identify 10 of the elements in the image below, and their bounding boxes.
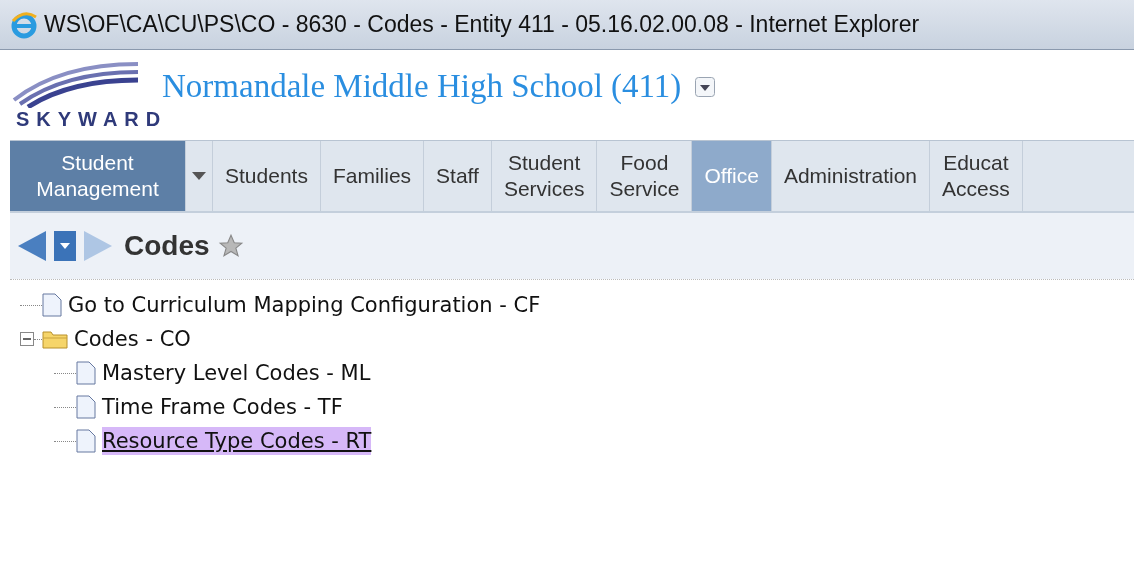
page-title: Codes [124, 229, 210, 263]
window-title: WS\OF\CA\CU\PS\CO - 8630 - Codes - Entity 411 - 05.16.02.00.08 - Internet Explorer [44, 10, 920, 40]
tree-item[interactable]: Mastery Level Codes - ML [102, 359, 371, 387]
tree-item[interactable]: Time Frame Codes - TF [102, 393, 343, 421]
logo-text: SKYWARD [16, 108, 168, 130]
tree-item[interactable]: Resource Type Codes - RT [102, 427, 372, 455]
tree-item[interactable]: Go to Curriculum Mapping Configuration - CF [68, 291, 541, 319]
school-name: Normandale Middle High School (411) [162, 67, 682, 106]
tree-item[interactable]: Codes - CO [74, 325, 191, 353]
module-tab[interactable]: Student Management [10, 141, 186, 211]
